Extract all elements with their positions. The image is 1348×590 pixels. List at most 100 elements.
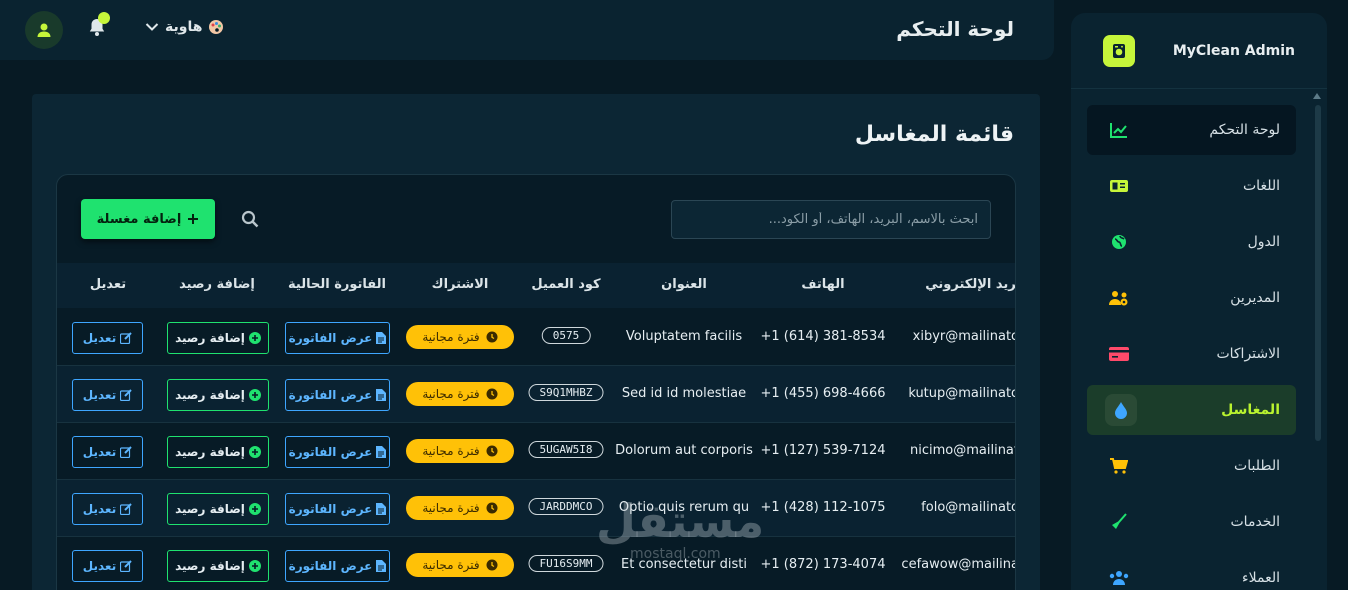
email-cell: cefawow@mailina [901,557,1016,572]
add-credit-label: إضافة رصيد [175,445,245,459]
brand-title: MyClean Admin [1172,42,1295,59]
edit-label: تعديل [82,502,117,516]
plus-circle-icon [248,389,261,401]
sidebar-item-dashboard[interactable]: لوحة التحكم [1087,105,1296,155]
view-invoice-button[interactable]: عرض الفاتورة [285,493,390,525]
column-header-email[interactable]: البريد الإلكتروني [925,277,1015,292]
view-invoice-button[interactable]: عرض الفاتورة [285,550,390,582]
user-avatar[interactable] [25,11,63,49]
view-invoice-button[interactable]: عرض الفاتورة [285,322,390,354]
hobby-dropdown[interactable]: هاوية [145,19,224,35]
subscription-label: فترة مجانية [422,558,480,572]
edit-icon [120,503,132,515]
table-row: nicimo@mailinat +1 (127) 539-7124 Doloru… [57,423,1015,480]
column-header-add-credit[interactable]: إضافة رصيد [179,277,255,292]
edit-icon [120,446,132,458]
add-credit-button[interactable]: إضافة رصيد [167,550,269,582]
column-header-invoice[interactable]: الفاتورة الحالية [288,277,386,292]
customer-code: 0575 [541,327,591,344]
view-invoice-button[interactable]: عرض الفاتورة [285,436,390,468]
washing-machine-icon [1113,43,1125,58]
edit-button[interactable]: تعديل [72,550,143,582]
subscription-badge: فترة مجانية [406,553,514,577]
sidebar-item-orders[interactable]: الطلبات [1087,441,1296,491]
edit-label: تعديل [82,331,117,345]
clock-icon [486,445,498,457]
column-header-code[interactable]: كود العميل [531,277,600,292]
column-header-edit[interactable]: تعديل [90,277,126,292]
edit-label: تعديل [82,388,117,402]
plus-circle-icon [248,503,261,515]
edit-label: تعديل [82,445,117,459]
column-header-subscription[interactable]: الاشتراك [432,277,489,292]
sidebar-scrollbar[interactable] [1315,105,1321,441]
sidebar-item-label: الطلبات [1234,458,1280,474]
add-credit-button[interactable]: إضافة رصيد [167,493,269,525]
edit-icon [120,389,132,401]
phone-cell: +1 (872) 173-4074 [760,557,886,572]
top-bar: هاوية لوحة التحكم [0,0,1054,60]
sidebar-item-label: الدول [1247,234,1280,250]
file-icon [376,446,387,458]
subscription-label: فترة مجانية [422,330,480,344]
cart-icon [1105,452,1133,480]
sidebar-item-managers[interactable]: المديرين [1087,273,1296,323]
users-cog-icon [1105,284,1133,312]
add-credit-button[interactable]: إضافة رصيد [167,322,269,354]
add-laundry-label: إضافة مغسلة [96,211,182,227]
search-icon[interactable] [241,210,259,228]
edit-button[interactable]: تعديل [72,322,143,354]
phone-cell: +1 (127) 539-7124 [760,443,886,458]
add-credit-label: إضافة رصيد [175,388,245,402]
phone-cell: +1 (428) 112-1075 [760,500,886,515]
clock-icon [486,388,498,400]
edit-icon [120,560,132,572]
view-invoice-label: عرض الفاتورة [288,502,373,516]
sidebar-item-laundries[interactable]: المغاسل [1087,385,1296,435]
add-laundry-button[interactable]: إضافة مغسلة [81,199,215,239]
watermark-domain: mostaql.com [630,546,721,562]
edit-button[interactable]: تعديل [72,379,143,411]
laundries-card: إضافة مغسلة البريد الإلكتروني الهاتف الع… [56,174,1016,590]
view-invoice-label: عرض الفاتورة [288,331,373,345]
subscription-badge: فترة مجانية [406,439,514,463]
table-row: cefawow@mailina +1 (872) 173-4074 Et con… [57,537,1016,590]
page-header-title: لوحة التحكم [896,17,1014,41]
scroll-up-arrow[interactable] [1313,93,1321,99]
column-header-address[interactable]: العنوان [661,277,707,292]
main-panel: قائمة المغاسل إضافة مغسلة البريد الإلكتر… [32,94,1040,590]
sidebar-menu: لوحة التحكم اللغات الدول المديرين الاشتر… [1087,105,1296,590]
language-icon [1105,172,1133,200]
sidebar-item-customers[interactable]: العملاء [1087,553,1296,590]
sidebar: MyClean Admin لوحة التحكم اللغات الدول ا… [1071,13,1327,590]
watermark-logo: مستقل [596,494,765,548]
sidebar-item-languages[interactable]: اللغات [1087,161,1296,211]
sidebar-item-subscriptions[interactable]: الاشتراكات [1087,329,1296,379]
add-credit-button[interactable]: إضافة رصيد [167,379,269,411]
page-title: قائمة المغاسل [854,122,1014,147]
edit-button[interactable]: تعديل [72,436,143,468]
table-row: xibyr@mailinato +1 (614) 381-8534 Volupt… [57,309,1015,366]
view-invoice-button[interactable]: عرض الفاتورة [285,379,390,411]
chart-line-icon [1105,116,1133,144]
customer-code: S9Q1MHBZ [528,384,604,401]
subscription-badge: فترة مجانية [406,382,514,406]
edit-button[interactable]: تعديل [72,493,143,525]
sidebar-item-countries[interactable]: الدول [1087,217,1296,267]
sidebar-item-services[interactable]: الخدمات [1087,497,1296,547]
sidebar-item-label: اللغات [1243,178,1280,194]
subscription-label: فترة مجانية [422,444,480,458]
globe-icon [1105,228,1133,256]
search-input[interactable] [671,200,991,239]
customer-code: FU16S9MM [528,555,604,572]
file-icon [376,389,387,401]
clock-icon [486,559,498,571]
sidebar-item-label: الخدمات [1230,514,1281,530]
view-invoice-label: عرض الفاتورة [288,559,373,573]
subscription-badge: فترة مجانية [406,496,514,520]
edit-label: تعديل [82,559,117,573]
table-header: البريد الإلكتروني الهاتف العنوان كود الع… [57,263,1015,308]
column-header-phone[interactable]: الهاتف [801,277,844,292]
add-credit-button[interactable]: إضافة رصيد [167,436,269,468]
sidebar-item-label: المغاسل [1221,402,1280,418]
